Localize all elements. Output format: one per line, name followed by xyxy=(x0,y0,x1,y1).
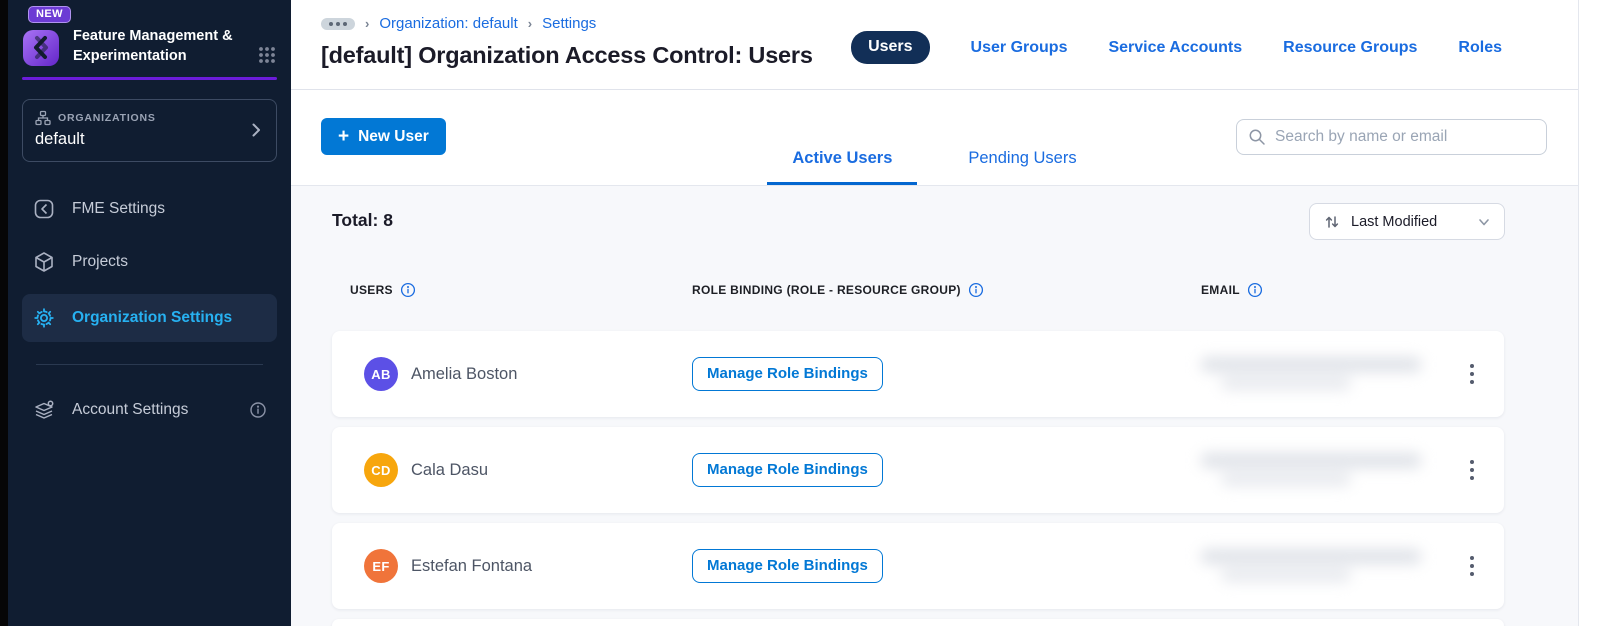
sort-dropdown[interactable]: Last Modified xyxy=(1309,203,1505,240)
info-icon[interactable] xyxy=(249,401,267,419)
sort-dropdown-value: Last Modified xyxy=(1351,213,1438,230)
tab-service-accounts[interactable]: Service Accounts xyxy=(1108,39,1242,57)
avatar: EF xyxy=(364,549,398,583)
info-icon[interactable] xyxy=(968,282,984,298)
info-icon[interactable] xyxy=(400,282,416,298)
table-column-headers: USERS ROLE BINDING (ROLE - RESOURCE GROU… xyxy=(332,282,1504,300)
manage-role-bindings-button[interactable]: Manage Role Bindings xyxy=(692,453,883,487)
org-selector-label: ORGANIZATIONS xyxy=(58,112,156,124)
tab-active-users[interactable]: Active Users xyxy=(767,149,918,185)
sidebar-item-label: FME Settings xyxy=(72,200,166,217)
table-row-partial xyxy=(332,619,1504,626)
avatar: AB xyxy=(364,357,398,391)
sidebar-header: NEW Feature Management & Experimentation xyxy=(8,0,291,67)
row-menu-icon[interactable] xyxy=(1464,454,1481,487)
sidebar-nav: FME Settings Projects Organization Setti… xyxy=(8,188,291,431)
brand-accent-divider xyxy=(22,77,277,80)
table-row: AB Amelia Boston Manage Role Bindings xyxy=(332,331,1504,417)
sidebar-item-fme-settings[interactable]: FME Settings xyxy=(22,188,277,230)
redacted-email xyxy=(1201,545,1433,587)
breadcrumb-separator: › xyxy=(527,16,533,31)
toolbar: + New User Active Users Pending Users xyxy=(291,90,1578,186)
sidebar-item-label: Projects xyxy=(72,253,128,270)
breadcrumb-link-organization[interactable]: Organization: default xyxy=(379,15,517,32)
search-input[interactable] xyxy=(1275,128,1535,146)
sidebar-item-label: Organization Settings xyxy=(72,309,233,326)
tab-users[interactable]: Users xyxy=(851,31,930,64)
tab-user-groups[interactable]: User Groups xyxy=(971,39,1068,57)
tab-roles[interactable]: Roles xyxy=(1458,39,1502,57)
tab-resource-groups[interactable]: Resource Groups xyxy=(1283,39,1417,57)
user-name: Amelia Boston xyxy=(411,364,518,383)
sidebar-divider xyxy=(36,364,263,365)
page-title: [default] Organization Access Control: U… xyxy=(321,42,813,68)
app-switcher-icon[interactable] xyxy=(257,45,277,65)
app-window: NEW Feature Management & Experimentation xyxy=(0,0,1600,626)
org-hierarchy-icon xyxy=(35,110,51,126)
sidebar-item-organization-settings[interactable]: Organization Settings xyxy=(22,294,277,342)
users-table: Total: 8 Last Modified USERS ROLE BINDIN… xyxy=(291,186,1578,626)
column-header-email: EMAIL xyxy=(1201,283,1240,297)
plus-icon: + xyxy=(338,125,350,147)
breadcrumb-separator: › xyxy=(365,16,370,31)
redacted-email xyxy=(1201,353,1433,395)
tab-pending-users[interactable]: Pending Users xyxy=(943,149,1101,185)
row-menu-icon[interactable] xyxy=(1464,358,1481,391)
sidebar: NEW Feature Management & Experimentation xyxy=(8,0,291,626)
screen-edge xyxy=(0,0,8,626)
fme-logo-icon xyxy=(23,30,59,66)
search-field xyxy=(1236,119,1547,155)
chevron-right-icon xyxy=(252,123,260,136)
user-name: Estefan Fontana xyxy=(411,556,533,575)
product-title: Feature Management & Experimentation xyxy=(73,28,233,64)
table-row: CD Cala Dasu Manage Role Bindings xyxy=(332,427,1504,513)
row-menu-icon[interactable] xyxy=(1464,550,1481,583)
info-icon[interactable] xyxy=(1247,282,1263,298)
column-header-role-binding: ROLE BINDING (ROLE - RESOURCE GROUP) xyxy=(692,283,961,297)
main-content: › Organization: default › Settings [defa… xyxy=(291,0,1578,626)
sidebar-item-account-settings[interactable]: Account Settings xyxy=(22,389,277,431)
avatar: CD xyxy=(364,453,398,487)
gear-icon xyxy=(34,308,54,328)
organization-selector[interactable]: ORGANIZATIONS default xyxy=(22,99,277,162)
right-gutter xyxy=(1578,0,1600,626)
manage-role-bindings-button[interactable]: Manage Role Bindings xyxy=(692,549,883,583)
sort-arrows-icon xyxy=(1325,215,1339,228)
total-count: Total: 8 xyxy=(332,210,393,230)
user-name: Cala Dasu xyxy=(411,460,489,479)
user-rows: AB Amelia Boston Manage Role Bindings CD… xyxy=(332,331,1504,626)
sidebar-item-label: Account Settings xyxy=(72,401,189,418)
page-header: › Organization: default › Settings [defa… xyxy=(291,0,1578,90)
redacted-email xyxy=(1201,449,1433,491)
cube-icon xyxy=(35,252,53,272)
new-user-button-label: New User xyxy=(358,127,429,145)
new-badge: NEW xyxy=(28,6,71,23)
access-control-tabs: Users User Groups Service Accounts Resou… xyxy=(851,31,1502,64)
org-selector-value: default xyxy=(35,130,85,148)
breadcrumb: › Organization: default › Settings xyxy=(321,15,596,32)
table-row: EF Estefan Fontana Manage Role Bindings xyxy=(332,523,1504,609)
breadcrumb-link-settings[interactable]: Settings xyxy=(542,15,596,32)
breadcrumb-ellipsis[interactable] xyxy=(321,17,355,30)
manage-role-bindings-button[interactable]: Manage Role Bindings xyxy=(692,357,883,391)
sidebar-item-projects[interactable]: Projects xyxy=(22,241,277,283)
fme-settings-icon xyxy=(34,199,54,219)
chevron-down-icon xyxy=(1479,218,1489,225)
column-header-users: USERS xyxy=(350,283,393,297)
layers-gear-icon xyxy=(35,400,54,419)
search-icon xyxy=(1249,129,1265,145)
